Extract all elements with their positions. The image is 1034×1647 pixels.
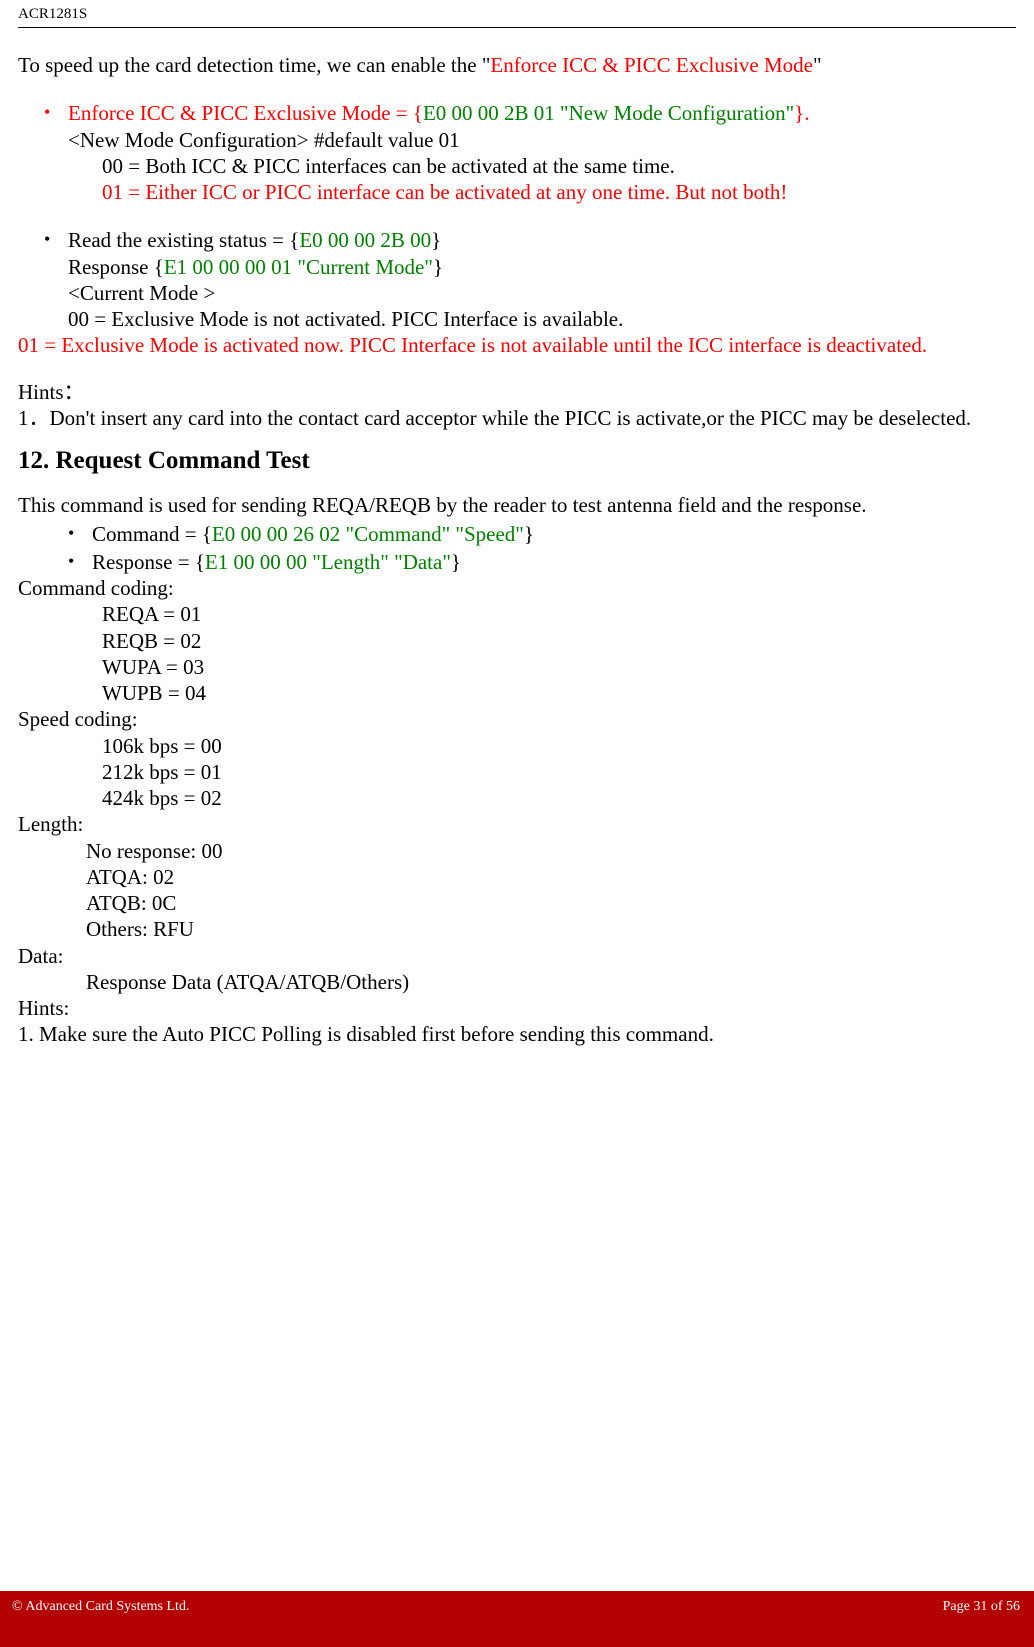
hints1-item1: 1．Don't insert any card into the contact…: [18, 405, 1016, 431]
read-status-line: Read the existing status = {E0 00 00 2B …: [68, 227, 1016, 253]
section12-intro: This command is used for sending REQA/RE…: [18, 492, 1016, 518]
cmd-suffix: }: [524, 522, 534, 546]
current-mode-label: <Current Mode >: [68, 280, 1016, 306]
new-mode-config-label: <New Mode Configuration> #default value …: [68, 127, 1016, 153]
bullet-icon: •: [44, 100, 68, 153]
hints1-title: Hints：: [18, 379, 1016, 405]
b1-opt00: 00 = Both ICC & PICC interfaces can be a…: [102, 153, 1016, 179]
bullet-read-status: • Read the existing status = {E0 00 00 2…: [44, 227, 1016, 332]
enforce-mode-command: Enforce ICC & PICC Exclusive Mode = {E0 …: [68, 100, 1016, 126]
intro-suffix: ": [813, 53, 822, 77]
speed-coding-0: 106k bps = 00: [102, 733, 1016, 759]
doc-id: ACR1281S: [18, 6, 87, 22]
b1-opt01: 01 = Either ICC or PICC interface can be…: [102, 179, 1016, 205]
resp2-prefix: Response = {: [92, 550, 205, 574]
document-header: ACR1281S: [18, 0, 1016, 28]
bullet-command: • Command = {E0 00 00 26 02 "Command" "S…: [68, 521, 1016, 547]
b2-opt00: 00 = Exclusive Mode is not activated. PI…: [68, 306, 1016, 332]
enforce-red-a: Enforce ICC & PICC Exclusive Mode = {: [68, 101, 423, 125]
cmd-coding-1: REQB = 02: [102, 628, 1016, 654]
resp-code: E1 00 00 00 01 "Current Mode": [164, 255, 433, 279]
intro-mode-name: Enforce ICC & PICC Exclusive Mode: [490, 53, 813, 77]
speed-coding-label: Speed coding:: [18, 706, 1016, 732]
length-3: Others: RFU: [86, 916, 1016, 942]
section-12-title: 12. Request Command Test: [18, 445, 1016, 476]
b2-opt01: 01 = Exclusive Mode is activated now. PI…: [18, 332, 1016, 358]
speed-coding-1: 212k bps = 01: [102, 759, 1016, 785]
enforce-red-b: }.: [794, 101, 809, 125]
bullet-enforce-mode: • Enforce ICC & PICC Exclusive Mode = {E…: [44, 100, 1016, 153]
read-suffix: }: [431, 228, 441, 252]
data-item: Response Data (ATQA/ATQB/Others): [86, 969, 1016, 995]
resp2-suffix: }: [451, 550, 461, 574]
footer-page-number: Page 31 of 56: [943, 1599, 1020, 1615]
read-prefix: Read the existing status = {: [68, 228, 299, 252]
intro-prefix: To speed up the card detection time, we …: [18, 53, 490, 77]
cmd-code: E0 00 00 26 02 "Command" "Speed": [212, 522, 524, 546]
length-label: Length:: [18, 811, 1016, 837]
document-body: To speed up the card detection time, we …: [18, 28, 1016, 1048]
enforce-green: E0 00 00 2B 01 "New Mode Configuration": [423, 101, 794, 125]
command-line: Command = {E0 00 00 26 02 "Command" "Spe…: [92, 521, 1016, 547]
speed-coding-2: 424k bps = 02: [102, 785, 1016, 811]
resp-suffix: }: [433, 255, 443, 279]
response-line: Response {E1 00 00 00 01 "Current Mode"}: [68, 254, 1016, 280]
data-label: Data:: [18, 943, 1016, 969]
cmd-coding-0: REQA = 01: [102, 601, 1016, 627]
response-line2: Response = {E1 00 00 00 "Length" "Data"}: [92, 549, 1016, 575]
hints2-label: Hints:: [18, 995, 1016, 1021]
resp-prefix: Response {: [68, 255, 164, 279]
length-2: ATQB: 0C: [86, 890, 1016, 916]
bullet-icon: •: [68, 549, 92, 575]
read-code: E0 00 00 2B 00: [299, 228, 431, 252]
bullet-icon: •: [44, 227, 68, 332]
bullet-icon: •: [68, 521, 92, 547]
intro-paragraph: To speed up the card detection time, we …: [18, 52, 1016, 78]
cmd-prefix: Command = {: [92, 522, 212, 546]
length-0: No response: 00: [86, 838, 1016, 864]
command-coding-label: Command coding:: [18, 575, 1016, 601]
bullet-response: • Response = {E1 00 00 00 "Length" "Data…: [68, 549, 1016, 575]
page-footer: © Advanced Card Systems Ltd. Page 31 of …: [0, 1591, 1034, 1647]
hints2-item: 1. Make sure the Auto PICC Polling is di…: [18, 1021, 1016, 1047]
resp2-code: E1 00 00 00 "Length" "Data": [205, 550, 451, 574]
length-1: ATQA: 02: [86, 864, 1016, 890]
footer-copyright: © Advanced Card Systems Ltd.: [12, 1599, 189, 1615]
cmd-coding-2: WUPA = 03: [102, 654, 1016, 680]
cmd-coding-3: WUPB = 04: [102, 680, 1016, 706]
